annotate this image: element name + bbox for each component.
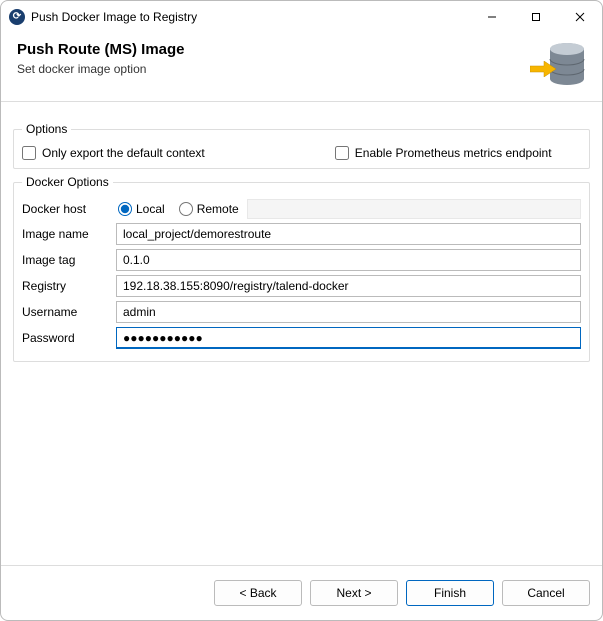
docker-host-label: Docker host — [22, 202, 116, 216]
docker-options-legend: Docker Options — [22, 175, 113, 189]
only-export-checkbox[interactable] — [22, 146, 36, 160]
host-local-label[interactable]: Local — [136, 202, 165, 216]
cancel-button[interactable]: Cancel — [502, 580, 590, 606]
maximize-button[interactable] — [514, 2, 558, 32]
registry-label: Registry — [22, 279, 116, 293]
database-push-icon — [534, 41, 586, 89]
prometheus-checkbox[interactable] — [335, 146, 349, 160]
password-input[interactable] — [116, 327, 581, 349]
registry-input[interactable] — [116, 275, 581, 297]
image-name-input[interactable] — [116, 223, 581, 245]
host-extra-field — [247, 199, 581, 219]
next-button[interactable]: Next > — [310, 580, 398, 606]
back-button[interactable]: < Back — [214, 580, 302, 606]
window-title: Push Docker Image to Registry — [31, 10, 197, 24]
image-tag-input[interactable] — [116, 249, 581, 271]
host-remote-label[interactable]: Remote — [197, 202, 239, 216]
titlebar: ⟳ Push Docker Image to Registry — [1, 1, 602, 33]
options-legend: Options — [22, 122, 71, 136]
docker-options-group: Docker Options Docker host Local Remote … — [13, 175, 590, 362]
wizard-content: Options Only export the default context … — [1, 102, 602, 565]
username-input[interactable] — [116, 301, 581, 323]
password-label: Password — [22, 331, 116, 345]
wizard-footer: < Back Next > Finish Cancel — [1, 565, 602, 620]
prometheus-label[interactable]: Enable Prometheus metrics endpoint — [355, 146, 552, 160]
finish-button[interactable]: Finish — [406, 580, 494, 606]
options-group: Options Only export the default context … — [13, 122, 590, 169]
image-name-label: Image name — [22, 227, 116, 241]
app-icon: ⟳ — [9, 9, 25, 25]
image-tag-label: Image tag — [22, 253, 116, 267]
username-label: Username — [22, 305, 116, 319]
page-title: Push Route (MS) Image — [17, 41, 185, 58]
only-export-label[interactable]: Only export the default context — [42, 146, 205, 160]
host-local-radio[interactable] — [118, 202, 132, 216]
page-subtitle: Set docker image option — [17, 62, 185, 76]
close-button[interactable] — [558, 2, 602, 32]
wizard-header: Push Route (MS) Image Set docker image o… — [1, 33, 602, 102]
minimize-button[interactable] — [470, 2, 514, 32]
host-remote-radio[interactable] — [179, 202, 193, 216]
